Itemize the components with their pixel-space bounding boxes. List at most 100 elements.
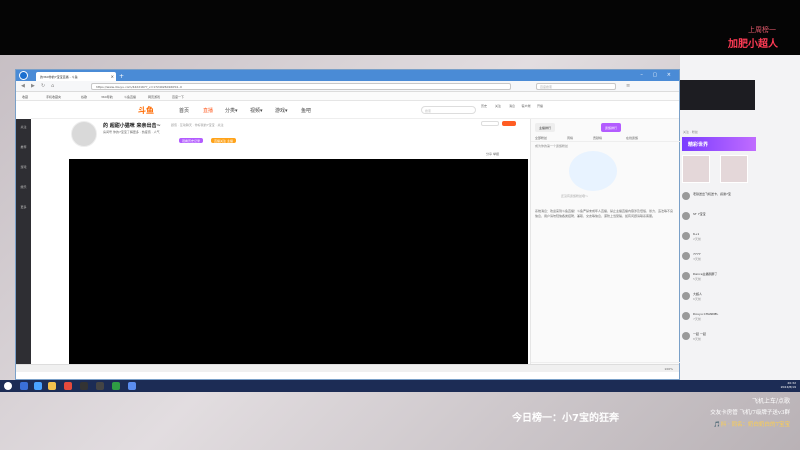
share-button[interactable]: 分享 (486, 152, 492, 156)
follow-icon[interactable]: 关注 (492, 104, 504, 108)
taskbar-app-icon[interactable] (112, 382, 120, 390)
video-player[interactable] (69, 159, 528, 372)
rail-follow[interactable]: 关注 (18, 125, 29, 129)
subtab-weekly[interactable]: 周榜 (567, 136, 573, 140)
bookmark-item[interactable]: 收藏 (22, 95, 28, 99)
taskbar-app-icon[interactable] (80, 382, 88, 390)
chat-item[interactable]: 7777 3天前 (680, 250, 755, 268)
refresh-icon[interactable]: ↻ (41, 83, 45, 89)
report-button[interactable]: 举报 (493, 152, 499, 156)
bookmark-item[interactable]: 谷歌 (81, 95, 87, 99)
rail-recommend[interactable]: 推荐 (18, 145, 29, 149)
broadcast-icon[interactable]: 开播 (534, 104, 546, 108)
site-logo[interactable]: 斗鱼 (138, 105, 154, 116)
room-header: 的 超甜小猫咪 来亲出击~ 颜值 · 互动聊天 · 你好我的7宝宝 · 关注 房… (71, 121, 531, 151)
chat-item[interactable]: ST 7宝宝 (680, 210, 755, 228)
taskbar-app-icon[interactable] (96, 382, 104, 390)
overlay-last-week-top-label: 上周榜一 (748, 26, 776, 34)
room-controls: 分享 举报 (486, 152, 499, 156)
address-bar[interactable]: https://www.douyu.com/4422167?_v=1724026… (91, 83, 511, 90)
overlay-last-week-top-name: 加肥小超人 (728, 39, 778, 50)
nav-yuba[interactable]: 鱼吧 (301, 107, 311, 114)
bookmark-item[interactable]: 网页游戏 (148, 95, 160, 99)
new-tab-icon[interactable]: + (119, 73, 124, 80)
chat-photo[interactable] (682, 155, 710, 183)
empty-illustration (569, 151, 617, 191)
back-icon[interactable]: ◀ (21, 83, 25, 89)
browser-navbar: ◀ ▶ ↻ ⌂ https://www.douyu.com/4422167?_v… (16, 81, 679, 92)
tab-noble-rank[interactable]: 贵族排行 (601, 123, 622, 132)
room-title: 的 超甜小猫咪 来亲出击~ (103, 123, 161, 129)
window-controls[interactable]: – ▢ × (640, 72, 675, 78)
streamer-avatar[interactable] (71, 121, 97, 147)
site-search-input[interactable]: 搜索 (421, 106, 476, 114)
browser-tab[interactable]: 的360你的7宝宝直播 - 斗鱼 × (36, 72, 116, 81)
follow-toggle[interactable] (481, 121, 499, 126)
chat-sub: 5天前 (693, 277, 701, 281)
bookmark-item[interactable]: 百度一下 (172, 95, 184, 99)
browser-search-input[interactable]: 百度搜索 (536, 83, 616, 90)
chat-item[interactable]: 6+1 2天前 (680, 230, 755, 248)
taskbar-app-icon[interactable] (64, 382, 72, 390)
chat-item[interactable]: Dance主播刷屏了 5天前 (680, 270, 755, 288)
subtab-online-noble[interactable]: 在线贵族 (626, 136, 638, 140)
taskbar-clock[interactable]: 20:32 2024/8/19 (781, 381, 796, 389)
chat-sub: 8天前 (693, 337, 701, 341)
tab-title: 的360你的7宝宝直播 - 斗鱼 (40, 75, 78, 79)
bookmarks-bar: 收藏 手机收藏夹 谷歌 360导航 斗鱼直播 网页游戏 百度一下 (16, 92, 679, 101)
subtab-contribution[interactable]: 贡献榜 (593, 136, 602, 140)
taskbar-app-icon[interactable] (20, 382, 28, 390)
chat-avatar (682, 232, 690, 240)
chat-item[interactable]: 一起 一起 8天前 (680, 330, 755, 348)
bookmark-item[interactable]: 手机收藏夹 (46, 95, 61, 99)
taskbar-app-icon[interactable] (34, 382, 42, 390)
chat-sub: 2天前 (693, 237, 701, 241)
subscribe-button[interactable] (502, 121, 517, 126)
taskbar-app-icon[interactable] (128, 382, 136, 390)
forward-icon[interactable]: ▶ (31, 83, 35, 89)
chat-banner[interactable]: 精彩世界 (682, 137, 756, 151)
follow-badge[interactable]: 直播关注 主播 (211, 138, 236, 143)
home-icon[interactable]: ⌂ (51, 83, 54, 89)
bookmark-item[interactable]: 360导航 (101, 95, 113, 99)
rank-subtabs: 全部粉丝 周榜 贡献榜 在线贵族 (531, 135, 680, 142)
message-icon[interactable]: 消息 (506, 104, 518, 108)
client-icon[interactable]: 客户端 (520, 104, 532, 108)
menu-icon[interactable]: ≡ (626, 83, 630, 89)
chat-sub: 7天前 (693, 317, 701, 321)
rail-entertainment[interactable]: 娱乐 (18, 185, 29, 189)
taskbar: 20:32 2024/8/19 (0, 380, 800, 392)
overlay-line-1: 飞机上车/点歌 (751, 398, 790, 405)
system-notice: 系统消息：欢迎来到斗鱼直播！斗鱼严禁未成年人直播，禁止主播直播内容涉及低俗、暴力… (535, 209, 674, 218)
history-badge[interactable]: 观看历史记录 (179, 138, 204, 143)
chat-item[interactable]: 大超人 6天前 (680, 290, 755, 308)
overlay-line-3: 🎵抖 · 同名：奶白奶白的7宝宝 (713, 422, 790, 428)
bookmark-item[interactable]: 斗鱼直播 (124, 95, 136, 99)
chat-avatar (682, 192, 690, 200)
nav-live[interactable]: 直播 (203, 107, 213, 114)
zoom-level[interactable]: 100% (664, 367, 673, 371)
web-page: 斗鱼 首页 直播 分类▾ 视频▾ 游戏▾ 鱼吧 搜索 历史 关注 消息 客户端 … (16, 101, 680, 372)
stream-top-bar (0, 0, 800, 55)
chat-item[interactable]: 老铁送出飞机送卡，感谢7宝 (680, 190, 755, 208)
chat-panel: 关注 · 粉丝 精彩世界 老铁送出飞机送卡，感谢7宝 ST 7宝宝 6+1 2天… (680, 55, 800, 380)
chat-photo[interactable] (720, 155, 748, 183)
nav-home[interactable]: 首页 (179, 107, 189, 114)
browser-logo-icon[interactable] (19, 71, 28, 80)
left-rail: 关注 推荐 游戏 娱乐 更多 (16, 119, 31, 372)
rail-more[interactable]: 更多 (18, 205, 29, 209)
taskbar-app-icon[interactable] (48, 382, 56, 390)
chat-item[interactable]: Douyu CHANNEL 7天前 (680, 310, 755, 328)
history-icon[interactable]: 历史 (478, 104, 490, 108)
rail-game[interactable]: 游戏 (18, 165, 29, 169)
rank-tabs: 主播排行 贵族排行 (531, 123, 680, 132)
empty-text: 还没有贵族粉丝哦～ (561, 194, 589, 198)
subtab-all-fans[interactable]: 全部粉丝 (535, 136, 547, 140)
nav-category[interactable]: 分类▾ (225, 107, 238, 114)
nav-video[interactable]: 视频▾ (250, 107, 263, 114)
start-icon[interactable] (4, 382, 12, 390)
tab-close-icon[interactable]: × (111, 74, 114, 79)
nav-game[interactable]: 游戏▾ (275, 107, 288, 114)
tab-streamer-rank[interactable]: 主播排行 (535, 123, 556, 132)
overlay-today-top: 今日榜一：小7宝的狂奔 (512, 413, 619, 424)
